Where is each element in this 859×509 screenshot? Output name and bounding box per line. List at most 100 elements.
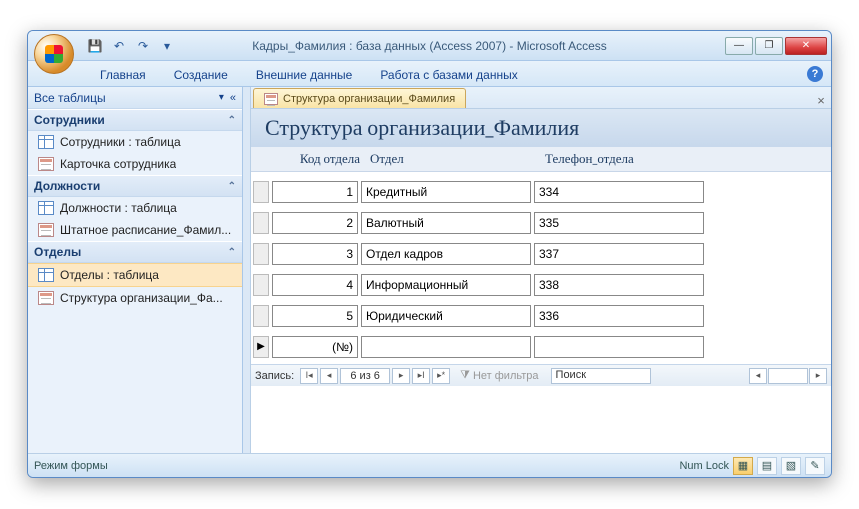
cell-phone[interactable]: 338: [534, 274, 704, 296]
close-button[interactable]: ✕: [785, 37, 827, 55]
form-icon: [38, 223, 54, 237]
cell-phone[interactable]: 335: [534, 212, 704, 234]
navigation-pane: Все таблицы ▾ « Сотрудники ⌃ Сотрудники …: [28, 87, 243, 453]
save-icon[interactable]: 💾: [86, 37, 104, 55]
row-selector[interactable]: [253, 243, 269, 265]
cell-dept[interactable]: Валютный: [361, 212, 531, 234]
qat-customize-icon[interactable]: ▾: [158, 37, 176, 55]
nav-group-title: Отделы: [34, 245, 81, 259]
ribbon-tab-create[interactable]: Создание: [160, 64, 242, 86]
cell-code[interactable]: 2: [272, 212, 358, 234]
row-selector-current[interactable]: ▶: [253, 336, 269, 358]
nav-group-header[interactable]: Должности ⌃: [28, 175, 242, 197]
form-area: Структура организации_Фамилия Код отдела…: [251, 109, 831, 453]
nav-item-employee-card[interactable]: Карточка сотрудника: [28, 153, 242, 175]
column-headers: Код отдела Отдел Телефон_отдела: [251, 147, 831, 172]
cell-code[interactable]: 3: [272, 243, 358, 265]
recnav-label: Запись:: [255, 370, 294, 382]
view-layout-button[interactable]: ▧: [781, 457, 801, 475]
form-icon: [38, 157, 54, 171]
last-record-button[interactable]: ▸I: [412, 368, 430, 384]
nav-item-positions-table[interactable]: Должности : таблица: [28, 197, 242, 219]
scroll-right-button[interactable]: ▸: [809, 368, 827, 384]
office-button[interactable]: [34, 34, 74, 74]
cell-code[interactable]: 5: [272, 305, 358, 327]
form-row: 3 Отдел кадров 337: [251, 240, 831, 267]
nav-item-staffing-form[interactable]: Штатное расписание_Фамил...: [28, 219, 242, 241]
help-icon[interactable]: ?: [807, 66, 823, 82]
nav-header[interactable]: Все таблицы ▾ «: [28, 87, 242, 109]
nav-item-employees-table[interactable]: Сотрудники : таблица: [28, 131, 242, 153]
form-title: Структура организации_Фамилия: [265, 115, 817, 141]
prev-record-button[interactable]: ◂: [320, 368, 338, 384]
cell-phone[interactable]: 334: [534, 181, 704, 203]
document-tab[interactable]: Структура организации_Фамилия: [253, 88, 466, 108]
splitter[interactable]: [243, 87, 251, 453]
row-selector[interactable]: [253, 212, 269, 234]
nav-item-departments-table[interactable]: Отделы : таблица: [28, 263, 242, 287]
cell-dept-new[interactable]: [361, 336, 531, 358]
horizontal-scroll: ◂ ▸: [749, 368, 827, 384]
nav-group-title: Сотрудники: [34, 113, 105, 127]
nav-group-departments: Отделы ⌃ Отделы : таблица Структура орга…: [28, 241, 242, 309]
form-header: Структура организации_Фамилия: [251, 109, 831, 147]
search-input[interactable]: Поиск: [551, 368, 651, 384]
row-selector[interactable]: [253, 305, 269, 327]
scroll-thumb[interactable]: [768, 368, 808, 384]
app-window: 💾 ↶ ↷ ▾ Кадры_Фамилия : база данных (Acc…: [27, 30, 832, 478]
cell-code[interactable]: 1: [272, 181, 358, 203]
nav-group-header[interactable]: Отделы ⌃: [28, 241, 242, 263]
view-form-button[interactable]: ▦: [733, 457, 753, 475]
col-header-code: Код отдела: [275, 151, 370, 167]
row-selector[interactable]: [253, 181, 269, 203]
close-document-icon[interactable]: ×: [811, 93, 831, 108]
titlebar: 💾 ↶ ↷ ▾ Кадры_Фамилия : база данных (Acc…: [28, 31, 831, 61]
undo-icon[interactable]: ↶: [110, 37, 128, 55]
record-position[interactable]: 6 из 6: [340, 368, 390, 384]
redo-icon[interactable]: ↷: [134, 37, 152, 55]
body: Все таблицы ▾ « Сотрудники ⌃ Сотрудники …: [28, 87, 831, 453]
cell-code[interactable]: 4: [272, 274, 358, 296]
row-selector[interactable]: [253, 274, 269, 296]
nav-item-label: Должности : таблица: [60, 201, 177, 215]
next-record-button[interactable]: ▸: [392, 368, 410, 384]
form-row: 1 Кредитный 334: [251, 178, 831, 205]
status-bar: Режим формы Num Lock ▦ ▤ ▧ ✎: [28, 453, 831, 477]
cell-dept[interactable]: Юридический: [361, 305, 531, 327]
form-icon: [264, 93, 278, 105]
quick-access-toolbar: 💾 ↶ ↷ ▾: [86, 37, 176, 55]
scroll-left-button[interactable]: ◂: [749, 368, 767, 384]
view-design-button[interactable]: ✎: [805, 457, 825, 475]
cell-phone-new[interactable]: [534, 336, 704, 358]
chevron-up-icon: ⌃: [228, 247, 236, 258]
cell-dept[interactable]: Информационный: [361, 274, 531, 296]
new-record-button[interactable]: ▸*: [432, 368, 450, 384]
dropdown-icon[interactable]: ▾: [219, 92, 224, 103]
col-header-dept: Отдел: [370, 151, 545, 167]
view-datasheet-button[interactable]: ▤: [757, 457, 777, 475]
chevron-up-icon: ⌃: [228, 115, 236, 126]
status-mode: Режим формы: [34, 460, 108, 472]
nav-item-label: Отделы : таблица: [60, 268, 159, 282]
cell-dept[interactable]: Отдел кадров: [361, 243, 531, 265]
ribbon: Главная Создание Внешние данные Работа с…: [28, 61, 831, 87]
cell-code-new[interactable]: (№): [272, 336, 358, 358]
ribbon-tab-home[interactable]: Главная: [86, 64, 160, 86]
ribbon-tab-dbtools[interactable]: Работа с базами данных: [366, 64, 531, 86]
nav-item-label: Структура организации_Фа...: [60, 291, 223, 305]
filter-indicator[interactable]: ⧩ Нет фильтра: [460, 369, 538, 382]
nav-item-label: Сотрудники : таблица: [60, 135, 181, 149]
record-navigator: Запись: I◂ ◂ 6 из 6 ▸ ▸I ▸* ⧩ Нет фильтр…: [251, 364, 831, 386]
status-numlock: Num Lock: [679, 460, 729, 472]
cell-phone[interactable]: 336: [534, 305, 704, 327]
table-icon: [38, 268, 54, 282]
nav-item-orgstructure-form[interactable]: Структура организации_Фа...: [28, 287, 242, 309]
first-record-button[interactable]: I◂: [300, 368, 318, 384]
minimize-button[interactable]: —: [725, 37, 753, 55]
nav-group-header[interactable]: Сотрудники ⌃: [28, 109, 242, 131]
collapse-pane-icon[interactable]: «: [230, 92, 236, 104]
cell-phone[interactable]: 337: [534, 243, 704, 265]
cell-dept[interactable]: Кредитный: [361, 181, 531, 203]
ribbon-tab-external[interactable]: Внешние данные: [242, 64, 367, 86]
maximize-button[interactable]: ❐: [755, 37, 783, 55]
